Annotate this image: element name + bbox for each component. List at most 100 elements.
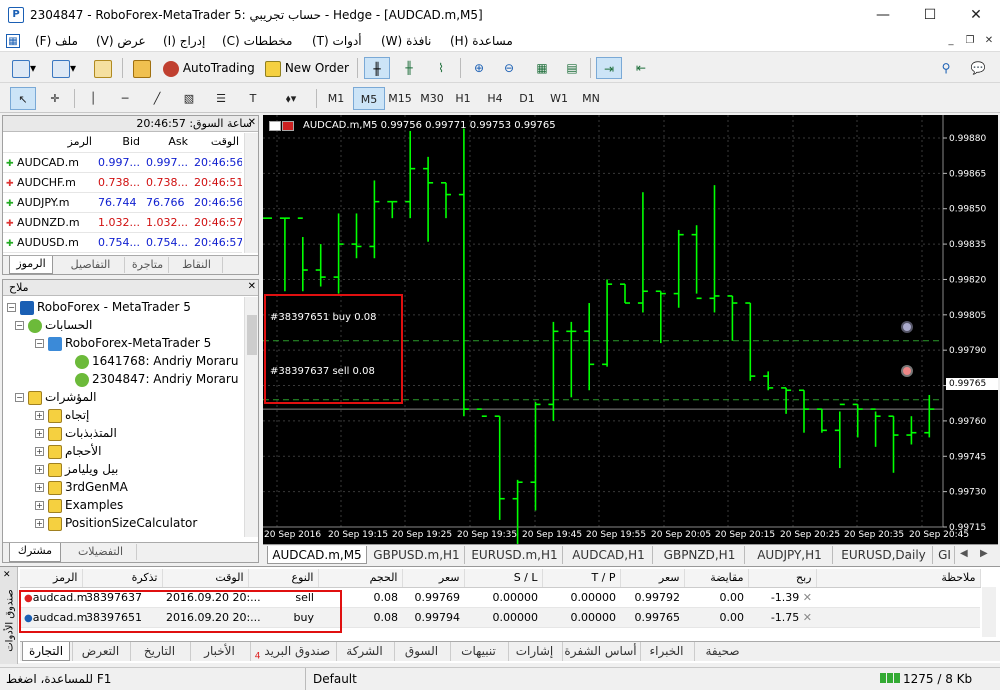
menu-view[interactable]: (V) عرض [96, 34, 146, 48]
col-bid[interactable]: Bid [95, 132, 143, 153]
col-price[interactable]: سعر [402, 569, 465, 588]
chart-tab[interactable]: AUDCAD.m,M5 [267, 546, 367, 564]
col-symbol[interactable]: الرمز [20, 569, 83, 588]
mdi-restore-icon[interactable]: ❐ [963, 34, 977, 48]
tab-ticks[interactable]: النقاط [171, 257, 223, 273]
tf-m1[interactable]: M1 [320, 87, 352, 110]
tab-trade[interactable]: التجارة [22, 642, 70, 661]
vertical-line-icon[interactable]: │ [80, 87, 106, 110]
sell-position-marker-icon[interactable] [901, 365, 913, 377]
nav-positionsizecalculator[interactable]: + PositionSizeCalculator [35, 514, 197, 532]
search-icon[interactable]: ⚲ [936, 57, 956, 79]
col-tp[interactable]: T / P [542, 569, 621, 588]
close-position-icon[interactable]: ✕ [803, 591, 812, 604]
chart-tab[interactable]: EURUSD,Daily [835, 546, 933, 564]
chat-icon[interactable]: 💬 [966, 57, 990, 79]
tab-experts[interactable]: الخبراء [640, 642, 692, 661]
tf-mn[interactable]: MN [575, 87, 607, 110]
bar-chart-button[interactable]: ╫ [364, 57, 390, 79]
tab-news[interactable]: الأخبار [190, 642, 248, 661]
tf-d1[interactable]: D1 [511, 87, 543, 110]
tab-signals[interactable]: إشارات [508, 642, 560, 661]
nav-trend[interactable]: + إتجاه [35, 406, 89, 424]
chart-tab[interactable]: GI [935, 546, 955, 564]
tab-journal[interactable]: صحيفة [694, 642, 750, 661]
tabs-scroll-left-icon[interactable]: ◀ [960, 548, 968, 559]
tf-m5[interactable]: M5 [353, 87, 385, 110]
tf-w1[interactable]: W1 [543, 87, 575, 110]
trend-line-icon[interactable]: ╱ [144, 87, 170, 110]
tab-market[interactable]: السوق [394, 642, 448, 661]
market-row[interactable]: ✚ AUDNZD.m 1.032... 1.032... 20:46:57 [3, 212, 242, 233]
tab-common[interactable]: مشترك [9, 543, 61, 562]
horizontal-line-icon[interactable]: ─ [112, 87, 138, 110]
document-icon[interactable]: ▦ [6, 34, 20, 48]
tab-history[interactable]: التاريخ [130, 642, 188, 661]
menu-help[interactable]: (H) مساعدة [450, 34, 513, 48]
nav-bill-williams[interactable]: + بيل ويليامز [35, 460, 118, 478]
nav-indicators[interactable]: − المؤشرات [15, 388, 96, 406]
navigator-scrollbar[interactable] [244, 297, 258, 537]
col-volume[interactable]: الحجم [318, 569, 403, 588]
market-row[interactable]: ✚ AUDUSD.m 0.754... 0.754... 20:46:57 [3, 232, 242, 253]
market-watch-scrollbar[interactable] [244, 133, 258, 253]
col-current-price[interactable]: سعر [620, 569, 685, 588]
tabs-scroll-right-icon[interactable]: ▶ [980, 548, 988, 559]
tab-exposure[interactable]: التعرض [72, 642, 128, 661]
tab-mailbox[interactable]: صندوق البريد 4 [250, 642, 334, 661]
mdi-minimize-icon[interactable]: _ [944, 34, 958, 48]
zoom-in-icon[interactable]: ⊕ [468, 57, 490, 79]
new-chart-icon[interactable]: ▾ [12, 57, 36, 79]
tf-h4[interactable]: H4 [479, 87, 511, 110]
nav-oscillators[interactable]: + المتذبذبات [35, 424, 117, 442]
tab-favorites[interactable]: التفضيلات [65, 544, 137, 560]
navigator-scroll-thumb[interactable] [247, 315, 257, 355]
maximize-button[interactable]: ☐ [920, 5, 940, 25]
col-profit[interactable]: ربح [748, 569, 817, 588]
nav-account-2[interactable]: 2304847: Andriy Moraru [75, 370, 238, 388]
tf-h1[interactable]: H1 [447, 87, 479, 110]
mdi-close-icon[interactable]: ✕ [982, 34, 996, 48]
chart-tab[interactable]: AUDJPY,H1 [747, 546, 833, 564]
col-sl[interactable]: S / L [464, 569, 543, 588]
templates-icon[interactable]: ▤ [560, 57, 584, 79]
nav-server[interactable]: − RoboForex-MetaTrader 5 [35, 334, 211, 352]
chart-tab[interactable]: GBPNZD,H1 [655, 546, 745, 564]
nav-accounts[interactable]: − الحسابات [15, 316, 92, 334]
nav-root[interactable]: − RoboForex - MetaTrader 5 [7, 298, 191, 316]
col-symbol[interactable]: الرمز [3, 132, 95, 153]
cursor-icon[interactable]: ↖ [10, 87, 36, 110]
nav-3rdgenma[interactable]: +3rdGenMA [35, 478, 128, 496]
chart-shift-button[interactable]: ⇥ [596, 57, 622, 79]
new-order-button[interactable]: New Order [265, 57, 349, 79]
tab-company[interactable]: الشركة [336, 642, 392, 661]
tab-codebase[interactable]: أساس الشفرة [562, 642, 638, 661]
metaeditor-icon[interactable] [133, 57, 151, 79]
market-row[interactable]: ✚ AUDJPY.m 76.744 76.766 20:46:56 [3, 192, 242, 213]
col-comment[interactable]: ملاحظة [816, 569, 981, 588]
buy-position-marker-icon[interactable] [901, 321, 913, 333]
tab-details[interactable]: التفاصيل [57, 257, 125, 273]
fibonacci-icon[interactable]: ☰ [208, 87, 234, 110]
menu-file[interactable]: (F) ملف [35, 34, 78, 48]
navigator-close-icon[interactable]: ✕ [248, 281, 256, 292]
zoom-out-icon[interactable]: ⊖ [498, 57, 520, 79]
toolbox-close-icon[interactable]: ✕ [3, 570, 11, 580]
close-button[interactable]: ✕ [966, 5, 986, 25]
chart-tab[interactable]: GBPUSD.m,H1 [369, 546, 465, 564]
text-icon[interactable]: T [240, 87, 266, 110]
tab-symbols[interactable]: الرموز [9, 256, 53, 274]
market-watch-icon[interactable] [94, 57, 112, 79]
nav-examples[interactable]: + Examples [35, 496, 123, 514]
tile-windows-icon[interactable]: ▦ [530, 57, 554, 79]
market-row[interactable]: ✚ AUDCAD.m 0.997... 0.997... 20:46:56 [3, 152, 242, 173]
nav-account-1[interactable]: 1641768: Andriy Moraru [75, 352, 238, 370]
candlestick-button[interactable]: ╫ [396, 57, 422, 79]
col-swap[interactable]: مقايضة [684, 569, 749, 588]
tab-trading[interactable]: متاجرة [127, 257, 169, 273]
close-position-icon[interactable]: ✕ [803, 611, 812, 624]
autotrading-button[interactable]: AutoTrading [163, 57, 255, 79]
minimize-button[interactable]: — [873, 5, 893, 25]
col-time[interactable]: الوقت [162, 569, 249, 588]
col-time[interactable]: الوقت [191, 132, 242, 153]
